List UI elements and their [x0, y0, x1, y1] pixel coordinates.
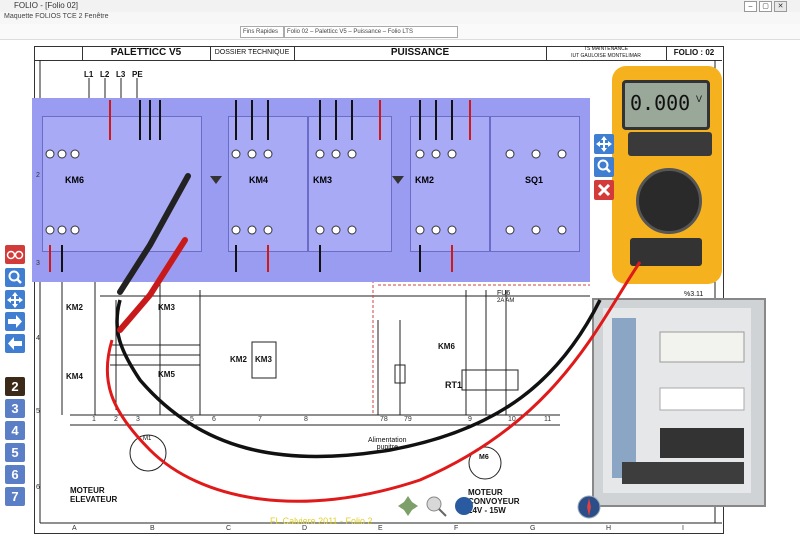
power-supply-line1: Alimentation: [368, 437, 407, 444]
bus-number: 3: [136, 416, 140, 423]
close-overlay-button[interactable]: [594, 180, 614, 200]
contactor-km5-label: KM5: [158, 370, 175, 379]
bus-number: 78: [380, 416, 388, 423]
bus-number: 7: [258, 416, 262, 423]
column-letter: F: [454, 525, 459, 532]
motor-elevateur-label: MOTEUR ELEVATEUR: [70, 486, 117, 504]
motor-elevateur-line2: ELEVATEUR: [70, 495, 118, 504]
close-icon: [597, 183, 611, 197]
column-letter: I: [682, 525, 684, 532]
supply-l2: L2: [100, 70, 110, 79]
row-number: 4: [36, 335, 40, 342]
move-button[interactable]: [5, 290, 25, 309]
column-letter: B: [150, 525, 155, 532]
zoom-button[interactable]: [5, 268, 25, 287]
bus-number: 9: [468, 416, 472, 423]
compass-icon[interactable]: [576, 494, 602, 520]
next-page-button[interactable]: [5, 312, 25, 331]
folio-5-button[interactable]: 5: [5, 443, 25, 462]
bus-number: 11: [544, 416, 552, 423]
power-supply-label: Alimentation pupitre: [368, 437, 407, 451]
bus-number: 8: [304, 416, 308, 423]
column-letter: D: [302, 525, 308, 532]
bus-number: 10: [508, 416, 516, 423]
coil-km3-label: KM3: [255, 355, 272, 364]
zoom-icon: [8, 270, 22, 284]
bus-number: 2: [114, 416, 118, 423]
contactor-km3-label: KM3: [158, 303, 175, 312]
column-letter: H: [606, 525, 612, 532]
supply-pe: PE: [132, 70, 143, 79]
arrow-left-icon: [8, 337, 22, 350]
black-test-lead: [115, 299, 602, 459]
supply-l1: L1: [84, 70, 94, 79]
contactor-km6-label: KM6: [438, 342, 455, 351]
zoom-icon: [597, 159, 611, 173]
thermal-relay-label: RT1: [445, 380, 463, 390]
move-button-right[interactable]: [594, 134, 614, 154]
glasses-icon[interactable]: [5, 245, 25, 264]
component-tool-icon[interactable]: [396, 494, 420, 518]
fuse-reference: %3.11: [684, 291, 704, 298]
bus-number: 5: [190, 416, 194, 423]
red-test-lead: [105, 261, 642, 503]
footer-watermark: FL Calviere 2011 - Folio 2: [270, 516, 373, 526]
column-letter: A: [72, 525, 77, 532]
glasses-icon: [6, 250, 24, 260]
test-leads: [105, 173, 642, 503]
column-letter: E: [378, 525, 383, 532]
folio-6-button[interactable]: 6: [5, 465, 25, 484]
row-number: 6: [36, 484, 40, 491]
folio-2-button[interactable]: 2: [5, 377, 25, 396]
wire-tool-icon[interactable]: [452, 494, 476, 518]
probe-tool-icon[interactable]: [424, 494, 448, 518]
move-icon: [7, 292, 23, 308]
motor-elevateur-line1: MOTEUR: [70, 486, 105, 495]
power-supply-line2: pupitre: [376, 444, 398, 451]
black-probe[interactable]: [117, 173, 191, 295]
fuse-fu6-label: FU6: [497, 290, 511, 297]
bus-number: 1: [92, 416, 96, 423]
bus-number: 79: [404, 416, 412, 423]
coil-km2-label: KM2: [230, 355, 247, 364]
contactor-km2-label: KM2: [66, 303, 83, 312]
row-number: 2: [36, 172, 40, 179]
arrow-right-icon: [8, 315, 22, 328]
motor2-symbol-label: M6: [479, 454, 489, 461]
row-number: 3: [36, 260, 40, 267]
row-number: 5: [36, 408, 40, 415]
prev-page-button[interactable]: [5, 334, 25, 353]
folio-4-button[interactable]: 4: [5, 421, 25, 440]
contactor-km4-label: KM4: [66, 372, 83, 381]
bus-number: 6: [212, 416, 216, 423]
folio-7-button[interactable]: 7: [5, 487, 25, 506]
column-letter: G: [530, 525, 536, 532]
fuse-fu6-rating: 2A AM: [497, 298, 515, 304]
column-letter: C: [226, 525, 232, 532]
red-probe[interactable]: [117, 237, 188, 333]
supply-l3: L3: [116, 70, 126, 79]
zoom-button-right[interactable]: [594, 157, 614, 177]
motor1-symbol-label: M1: [143, 436, 152, 442]
move-icon: [596, 136, 612, 152]
folio-3-button[interactable]: 3: [5, 399, 25, 418]
